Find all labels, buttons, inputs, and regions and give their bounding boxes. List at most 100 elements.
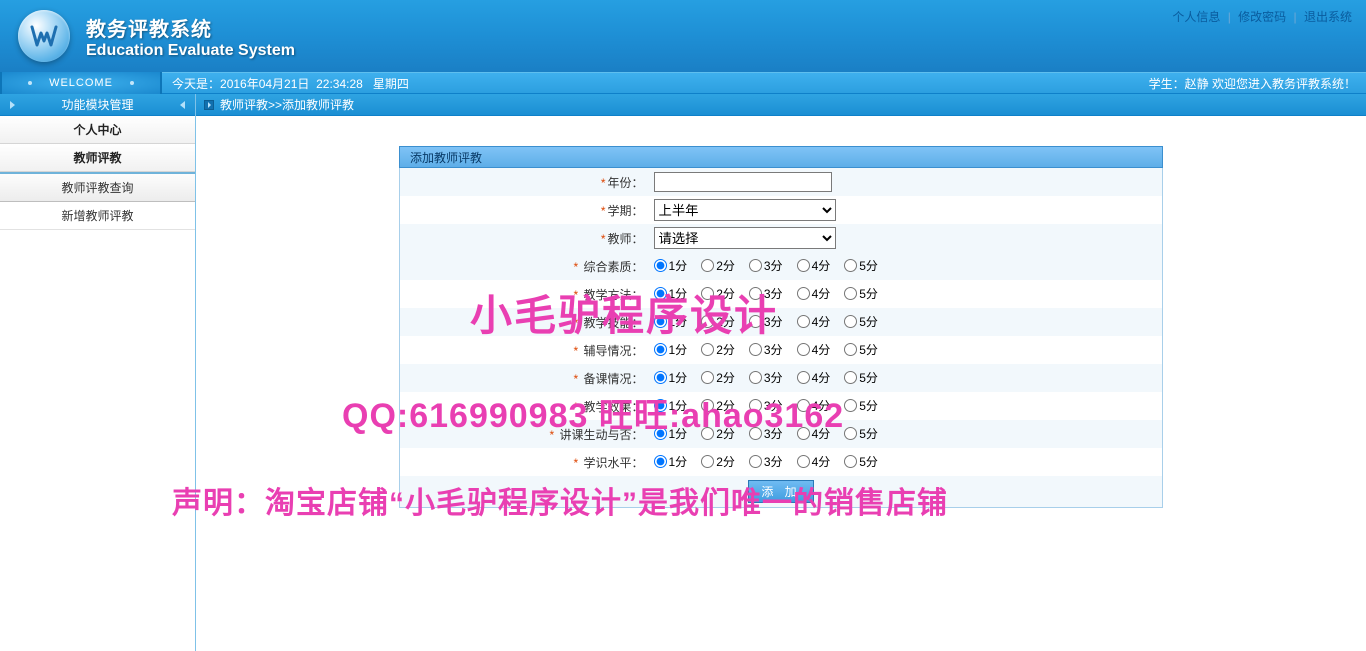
submit-button[interactable]: 添 加 — [748, 480, 813, 503]
rating-radio[interactable] — [797, 371, 810, 384]
rating-radio[interactable] — [797, 259, 810, 272]
nav-sub-add[interactable]: 新增教师评教 — [0, 202, 195, 230]
rating-radio[interactable] — [797, 315, 810, 328]
rating-radio[interactable] — [654, 343, 667, 356]
rating-option[interactable]: 1分 — [654, 257, 688, 274]
rating-option[interactable]: 3分 — [749, 369, 783, 386]
rating-option[interactable]: 2分 — [701, 285, 735, 302]
rating-option[interactable]: 4分 — [797, 257, 831, 274]
rating-radio[interactable] — [654, 455, 667, 468]
rating-option[interactable]: 1分 — [654, 369, 688, 386]
label-year: 年份： — [607, 176, 643, 190]
rating-option[interactable]: 5分 — [844, 369, 878, 386]
rating-radio[interactable] — [749, 455, 762, 468]
rating-option[interactable]: 3分 — [749, 397, 783, 414]
nav-item-personal[interactable]: 个人中心 — [0, 116, 195, 144]
rating-radio[interactable] — [701, 259, 714, 272]
rating-radio[interactable] — [797, 399, 810, 412]
rating-option[interactable]: 3分 — [749, 341, 783, 358]
rating-radio[interactable] — [701, 371, 714, 384]
rating-option[interactable]: 3分 — [749, 285, 783, 302]
rating-option[interactable]: 2分 — [701, 425, 735, 442]
rating-radio[interactable] — [844, 343, 857, 356]
year-input[interactable] — [654, 172, 832, 192]
rating-option[interactable]: 4分 — [797, 425, 831, 442]
rating-radio[interactable] — [844, 399, 857, 412]
rating-option[interactable]: 5分 — [844, 397, 878, 414]
rating-option[interactable]: 2分 — [701, 313, 735, 330]
rating-option[interactable]: 5分 — [844, 313, 878, 330]
rating-radio[interactable] — [749, 371, 762, 384]
teacher-select[interactable]: 请选择 — [654, 227, 836, 249]
nav-group: 个人中心 教师评教 教师评教查询 新增教师评教 — [0, 116, 195, 230]
rating-option[interactable]: 1分 — [654, 425, 688, 442]
rating-score-label: 4分 — [812, 369, 831, 386]
rating-radio[interactable] — [797, 343, 810, 356]
rating-option[interactable]: 2分 — [701, 397, 735, 414]
rating-radio[interactable] — [844, 427, 857, 440]
rating-option[interactable]: 5分 — [844, 285, 878, 302]
rating-option[interactable]: 1分 — [654, 453, 688, 470]
rating-option[interactable]: 4分 — [797, 453, 831, 470]
rating-radio[interactable] — [797, 427, 810, 440]
rating-radio[interactable] — [701, 315, 714, 328]
rating-radio[interactable] — [654, 399, 667, 412]
rating-option[interactable]: 4分 — [797, 397, 831, 414]
rating-option[interactable]: 4分 — [797, 369, 831, 386]
rating-option[interactable]: 3分 — [749, 257, 783, 274]
rating-radio[interactable] — [749, 343, 762, 356]
rating-option[interactable]: 1分 — [654, 341, 688, 358]
rating-option[interactable]: 3分 — [749, 425, 783, 442]
rating-option[interactable]: 2分 — [701, 369, 735, 386]
breadcrumb-arrow-icon — [204, 100, 214, 110]
logo-w-icon — [29, 21, 59, 51]
link-profile[interactable]: 个人信息 — [1172, 10, 1220, 24]
rating-radio[interactable] — [701, 427, 714, 440]
link-logout[interactable]: 退出系统 — [1304, 10, 1352, 24]
rating-radio[interactable] — [749, 427, 762, 440]
rating-radio[interactable] — [654, 427, 667, 440]
rating-option[interactable]: 1分 — [654, 397, 688, 414]
rating-score-label: 3分 — [764, 369, 783, 386]
nav-label: 教师评教 — [73, 149, 121, 166]
term-select[interactable]: 上半年下半年 — [654, 199, 836, 221]
rating-radio[interactable] — [654, 371, 667, 384]
rating-radio[interactable] — [701, 343, 714, 356]
rating-radio[interactable] — [749, 287, 762, 300]
rating-radio[interactable] — [797, 287, 810, 300]
rating-option[interactable]: 4分 — [797, 341, 831, 358]
rating-option[interactable]: 2分 — [701, 453, 735, 470]
rating-option[interactable]: 1分 — [654, 285, 688, 302]
rating-radio[interactable] — [701, 287, 714, 300]
rating-option[interactable]: 5分 — [844, 257, 878, 274]
rating-option[interactable]: 5分 — [844, 341, 878, 358]
rating-option[interactable]: 5分 — [844, 453, 878, 470]
rating-radio[interactable] — [844, 455, 857, 468]
rating-radio[interactable] — [844, 287, 857, 300]
rating-radio[interactable] — [749, 399, 762, 412]
rating-option[interactable]: 5分 — [844, 425, 878, 442]
rating-option[interactable]: 2分 — [701, 257, 735, 274]
rating-radio[interactable] — [844, 315, 857, 328]
rating-radio[interactable] — [654, 287, 667, 300]
rating-option[interactable]: 4分 — [797, 313, 831, 330]
rating-radio[interactable] — [844, 259, 857, 272]
nav-sub-query[interactable]: 教师评教查询 — [0, 174, 195, 202]
rating-radio[interactable] — [797, 455, 810, 468]
rating-radio[interactable] — [844, 371, 857, 384]
rating-option[interactable]: 3分 — [749, 453, 783, 470]
app-logo — [18, 10, 70, 62]
nav-item-teacher-eval[interactable]: 教师评教 — [0, 144, 195, 172]
rating-radio[interactable] — [749, 315, 762, 328]
rating-radio[interactable] — [654, 259, 667, 272]
rating-option[interactable]: 3分 — [749, 313, 783, 330]
rating-option[interactable]: 1分 — [654, 313, 688, 330]
rating-option[interactable]: 4分 — [797, 285, 831, 302]
rating-score-label: 2分 — [716, 341, 735, 358]
link-password[interactable]: 修改密码 — [1238, 10, 1286, 24]
rating-radio[interactable] — [701, 455, 714, 468]
rating-radio[interactable] — [749, 259, 762, 272]
rating-radio[interactable] — [701, 399, 714, 412]
rating-option[interactable]: 2分 — [701, 341, 735, 358]
rating-radio[interactable] — [654, 315, 667, 328]
